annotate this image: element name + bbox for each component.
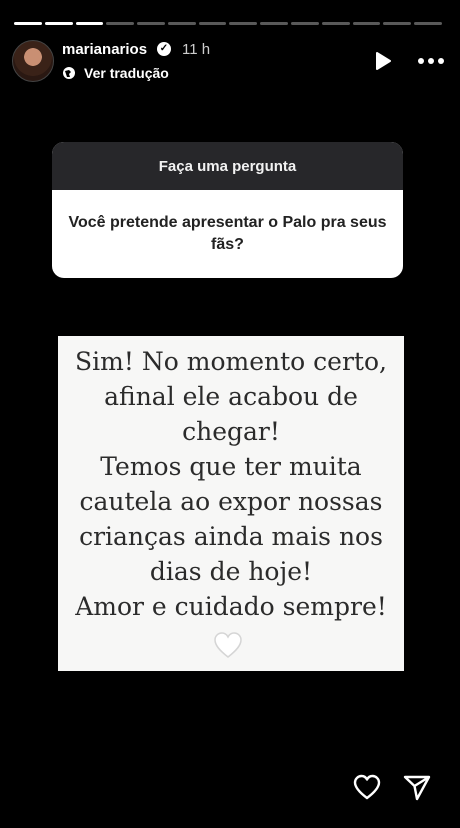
- answer-text: Sim! No momento certo, afinal ele acabou…: [75, 347, 387, 621]
- verified-badge-icon: ✓: [157, 42, 171, 56]
- story-progress-bar: [14, 22, 442, 25]
- question-sticker-title: Faça uma pergunta: [52, 142, 403, 190]
- progress-segment: [14, 22, 42, 25]
- progress-segment: [229, 22, 258, 25]
- answer-text-box: Sim! No momento certo, afinal ele acabou…: [58, 336, 404, 671]
- question-sticker: Faça uma pergunta Você pretende apresent…: [52, 142, 403, 278]
- post-time: 11 h: [182, 41, 211, 58]
- progress-segment: [75, 22, 104, 25]
- progress-segment: [137, 22, 165, 25]
- progress-segment: [44, 22, 73, 25]
- progress-segment: [106, 22, 135, 25]
- avatar[interactable]: [12, 40, 54, 82]
- question-text: Você pretende apresentar o Palo pra seus…: [68, 214, 387, 253]
- progress-segment: [352, 22, 381, 25]
- progress-segment: [414, 22, 442, 25]
- progress-segment: [198, 22, 227, 25]
- progress-segment: [167, 22, 196, 25]
- progress-segment: [260, 22, 289, 25]
- progress-segment: [383, 22, 412, 25]
- translate-button[interactable]: Ver tradução: [62, 65, 169, 81]
- play-icon[interactable]: [372, 50, 394, 72]
- progress-segment: [291, 22, 319, 25]
- globe-icon: [63, 67, 75, 79]
- white-heart-icon: [214, 632, 242, 658]
- translate-label: Ver tradução: [84, 65, 169, 81]
- progress-segment: [321, 22, 350, 25]
- username-link[interactable]: marianarios: [62, 41, 147, 58]
- story-header: marianarios ✓ 11 h Ver tradução: [12, 38, 448, 84]
- more-options-icon[interactable]: [418, 58, 446, 66]
- heart-outline-icon[interactable]: [352, 773, 382, 801]
- paper-plane-icon[interactable]: [402, 773, 432, 801]
